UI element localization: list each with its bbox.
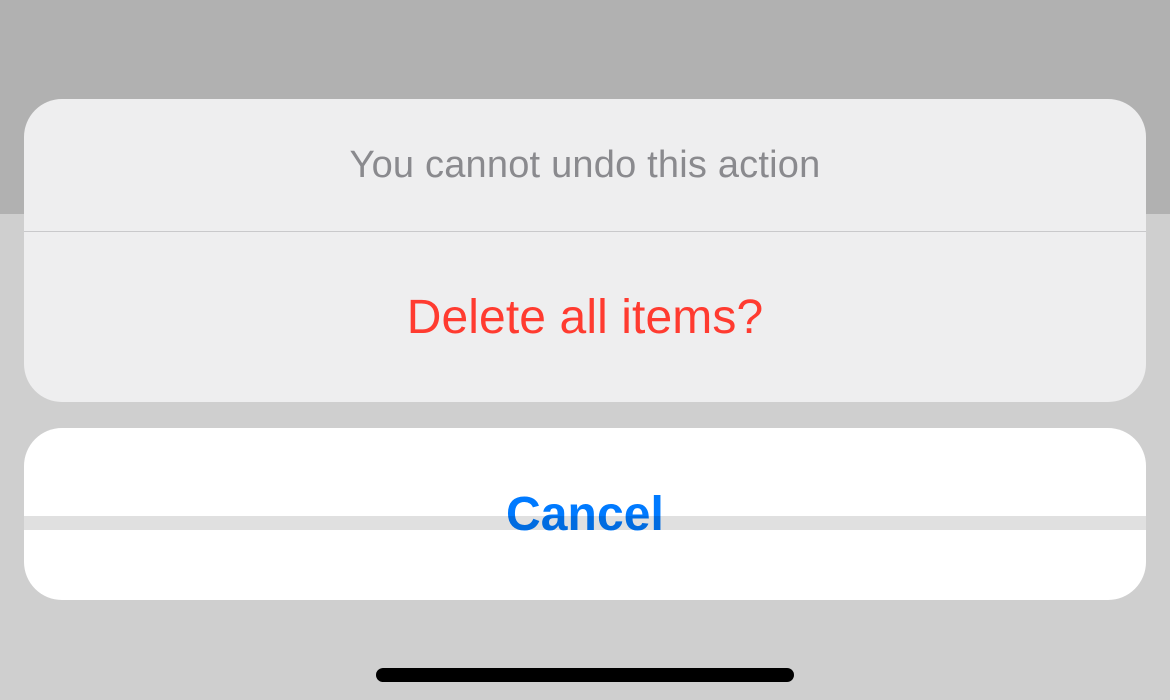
delete-all-button[interactable]: Delete all items? — [24, 232, 1146, 402]
action-sheet: You cannot undo this action Delete all i… — [24, 99, 1146, 600]
action-sheet-group: You cannot undo this action Delete all i… — [24, 99, 1146, 402]
home-indicator — [376, 668, 794, 682]
dimmed-gap — [24, 516, 1146, 530]
cancel-button[interactable]: Cancel — [24, 428, 1146, 600]
action-sheet-title: You cannot undo this action — [24, 99, 1146, 231]
